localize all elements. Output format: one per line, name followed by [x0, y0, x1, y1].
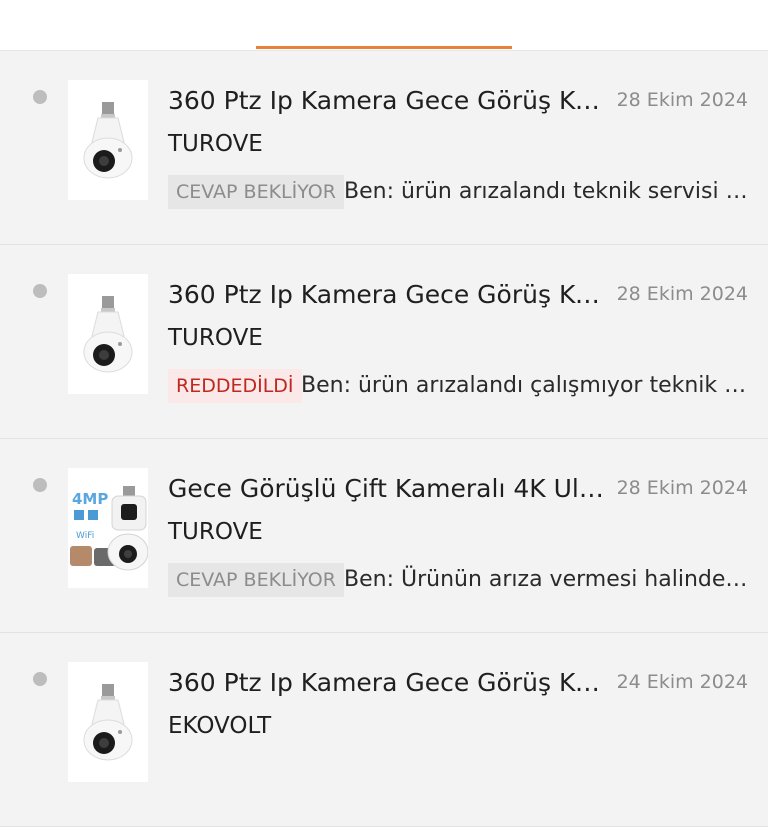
product-title[interactable]: Gece Görüşlü Çift Kameralı 4K Ultra HD: [168, 469, 608, 509]
product-title[interactable]: 360 Ptz Ip Kamera Gece Görüş Kamera: [168, 663, 608, 703]
question-date: 24 Ekim 2024: [616, 671, 748, 693]
list-item[interactable]: 360 Ptz Ip Kamera Gece Görüş Kamera 24 E…: [0, 633, 768, 827]
active-tab-indicator: [256, 46, 512, 49]
store-name[interactable]: EKOVOLT: [168, 711, 271, 741]
product-title[interactable]: 360 Ptz Ip Kamera Gece Görüş Kamera: [168, 275, 608, 315]
svg-text:WiFi: WiFi: [76, 531, 94, 541]
store-name[interactable]: TUROVE: [168, 129, 263, 159]
question-date: 28 Ekim 2024: [616, 89, 748, 111]
message-preview: Ben: Ürünün arıza vermesi halinde ne yap…: [344, 567, 748, 592]
message-preview: Ben: ürün arızalandı teknik servisi yok …: [344, 179, 748, 204]
store-name[interactable]: TUROVE: [168, 323, 263, 353]
question-list: 360 Ptz Ip Kamera Gece Görüş Kamera 28 E…: [0, 51, 768, 827]
question-date: 28 Ekim 2024: [616, 283, 748, 305]
svg-text:4MP: 4MP: [72, 490, 108, 508]
tab-bar: [0, 0, 768, 51]
status-badge: REDDEDİLDİ: [168, 369, 302, 403]
unread-dot: [33, 672, 47, 686]
product-title[interactable]: 360 Ptz Ip Kamera Gece Görüş Kamera: [168, 81, 608, 121]
unread-dot: [33, 478, 47, 492]
unread-dot: [33, 284, 47, 298]
list-item[interactable]: 360 Ptz Ip Kamera Gece Görüş Kamera 28 E…: [0, 245, 768, 439]
bulb-camera-icon: [83, 296, 133, 373]
store-name[interactable]: TUROVE: [168, 517, 263, 547]
product-image[interactable]: [68, 662, 148, 782]
message-preview: Ben: ürün arızalandı çalışmıyor teknik s…: [301, 373, 748, 398]
product-image[interactable]: [68, 274, 148, 394]
bulb-camera-icon: [83, 684, 133, 761]
dual-camera-4mp-icon: 4MP WiFi: [70, 486, 148, 571]
status-badge: CEVAP BEKLİYOR: [168, 175, 344, 209]
status-badge: CEVAP BEKLİYOR: [168, 563, 344, 597]
list-item[interactable]: 4MP WiFi Gece Görüşlü Çift Kameralı 4K U…: [0, 439, 768, 633]
list-item[interactable]: 360 Ptz Ip Kamera Gece Görüş Kamera 28 E…: [0, 51, 768, 245]
question-date: 28 Ekim 2024: [616, 477, 748, 499]
product-image[interactable]: 4MP WiFi: [68, 468, 148, 588]
product-image[interactable]: [68, 80, 148, 200]
bulb-camera-icon: [83, 102, 133, 179]
unread-dot: [33, 90, 47, 104]
